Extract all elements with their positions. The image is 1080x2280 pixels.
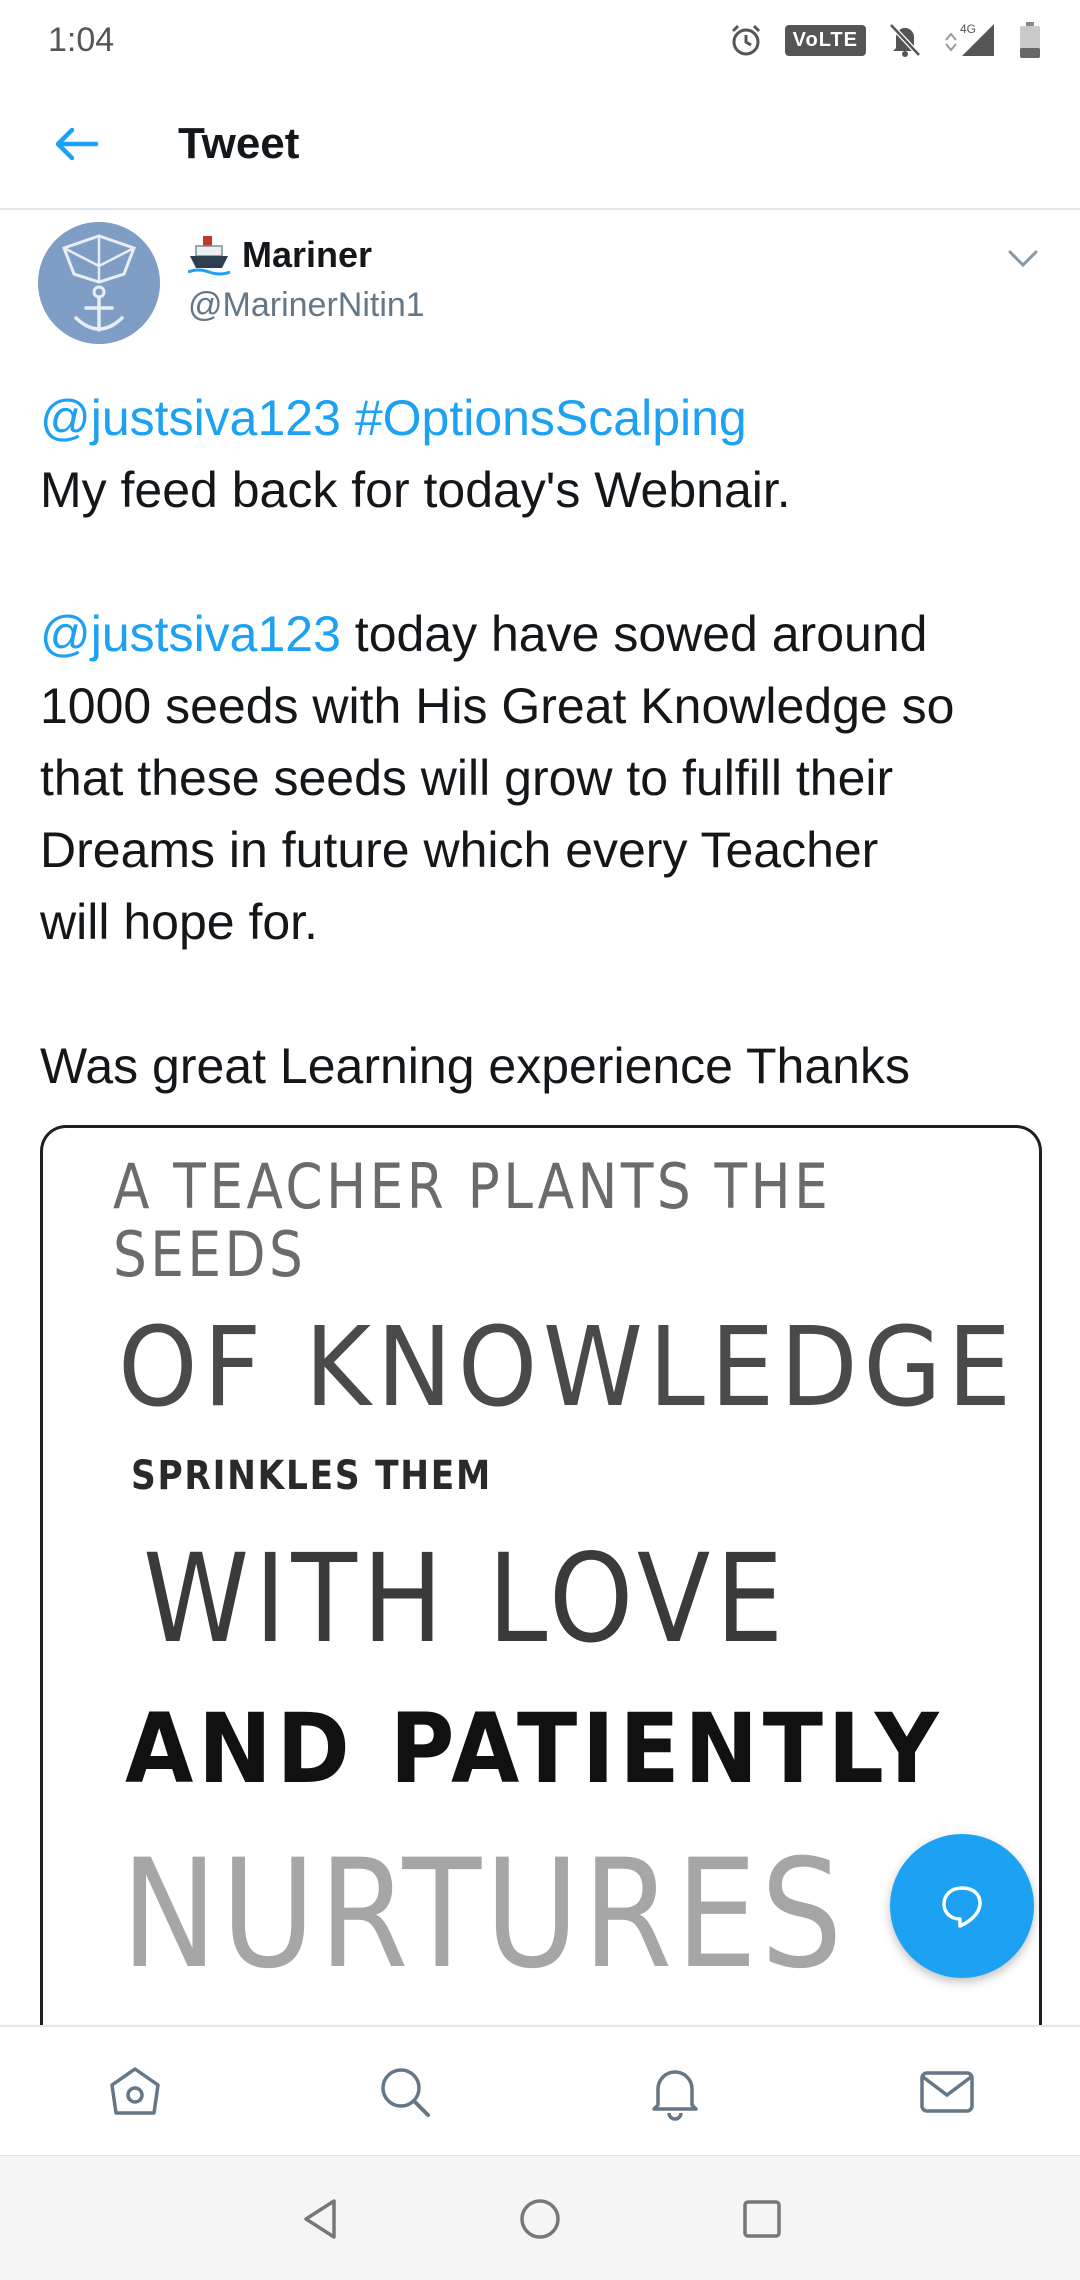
tweet-line: that these seeds will grow to fulfill th… [40, 750, 894, 806]
image-text-line: WITH LOVE [143, 1528, 789, 1670]
bottom-nav [0, 2025, 1080, 2155]
author-name-row: Mariner [188, 234, 372, 276]
image-text-line: AND PATIENTLY [125, 1693, 944, 1805]
tweet-text-segment: today have sowed around [340, 606, 928, 662]
messages-icon [920, 2071, 974, 2113]
back-triangle-icon [304, 2199, 336, 2239]
recents-square-icon [743, 2200, 781, 2238]
avatar[interactable] [38, 222, 160, 344]
tweet-line: My feed back for today's Webnair. [40, 462, 791, 518]
svg-text:4G: 4G [960, 22, 976, 36]
nav-notifications[interactable] [640, 2057, 710, 2127]
status-bar: 1:04 VoLTE 4G [0, 0, 1080, 80]
tweet-options-button[interactable] [998, 234, 1048, 284]
author-handle[interactable]: @MarinerNitin1 [188, 286, 425, 325]
tweet-line: will hope for. [40, 894, 318, 950]
image-text-line: SPRINKLES THEM [131, 1453, 492, 1499]
compose-reply-button[interactable] [890, 1834, 1034, 1978]
nav-search[interactable] [370, 2057, 440, 2127]
system-nav [0, 2155, 1080, 2280]
anchor-logo-icon [38, 222, 160, 344]
tweet-line: Dreams in future which every Teacher [40, 822, 879, 878]
nav-home[interactable] [100, 2057, 170, 2127]
back-button[interactable] [36, 104, 116, 184]
battery-icon [1020, 22, 1040, 58]
page-title: Tweet [178, 119, 300, 168]
alarm-icon [729, 23, 763, 57]
speech-bubble-icon [942, 1886, 982, 1928]
app-header: Tweet [0, 80, 1080, 210]
hashtag-link[interactable]: #OptionsScalping [355, 390, 747, 446]
tweet-line: Was great Learning experience Thanks [40, 1038, 910, 1094]
ship-icon [188, 236, 230, 276]
tweet-text: @justsiva123 #OptionsScalping My feed ba… [40, 382, 1050, 1102]
home-icon [110, 2067, 160, 2115]
home-circle-icon [520, 2199, 560, 2239]
arrow-left-icon [55, 127, 99, 161]
nav-messages[interactable] [912, 2057, 982, 2127]
signal-icon: 4G [944, 22, 998, 58]
volte-badge: VoLTE [784, 24, 866, 56]
image-text-line: OF KNOWLEDGE [118, 1303, 1017, 1431]
status-time: 1:04 [48, 20, 115, 59]
tweet-line: 1000 seeds with His Great Knowledge so [40, 678, 955, 734]
tweet-author: Mariner @MarinerNitin1 [38, 222, 1048, 352]
mention-link[interactable]: @justsiva123 [40, 606, 341, 662]
tweet-paragraph-1: @justsiva123 #OptionsScalping [40, 382, 1050, 454]
notifications-icon [652, 2070, 698, 2121]
tweet-paragraph-2: @justsiva123 today have sowed around [40, 598, 1050, 670]
system-recents-button[interactable] [727, 2184, 797, 2254]
mute-bell-icon [888, 22, 922, 58]
chevron-down-icon [1008, 250, 1038, 268]
image-text-line: SEEDS [113, 1218, 307, 1291]
author-name[interactable]: Mariner [242, 234, 372, 276]
system-home-button[interactable] [505, 2184, 575, 2254]
image-text-line: NURTURES [121, 1828, 846, 2002]
status-icons: VoLTE 4G [729, 22, 1040, 58]
image-text-line: A TEACHER PLANTS THE [113, 1150, 832, 1223]
search-icon [381, 2068, 430, 2117]
system-back-button[interactable] [285, 2184, 355, 2254]
mention-link[interactable]: @justsiva123 [40, 390, 341, 446]
